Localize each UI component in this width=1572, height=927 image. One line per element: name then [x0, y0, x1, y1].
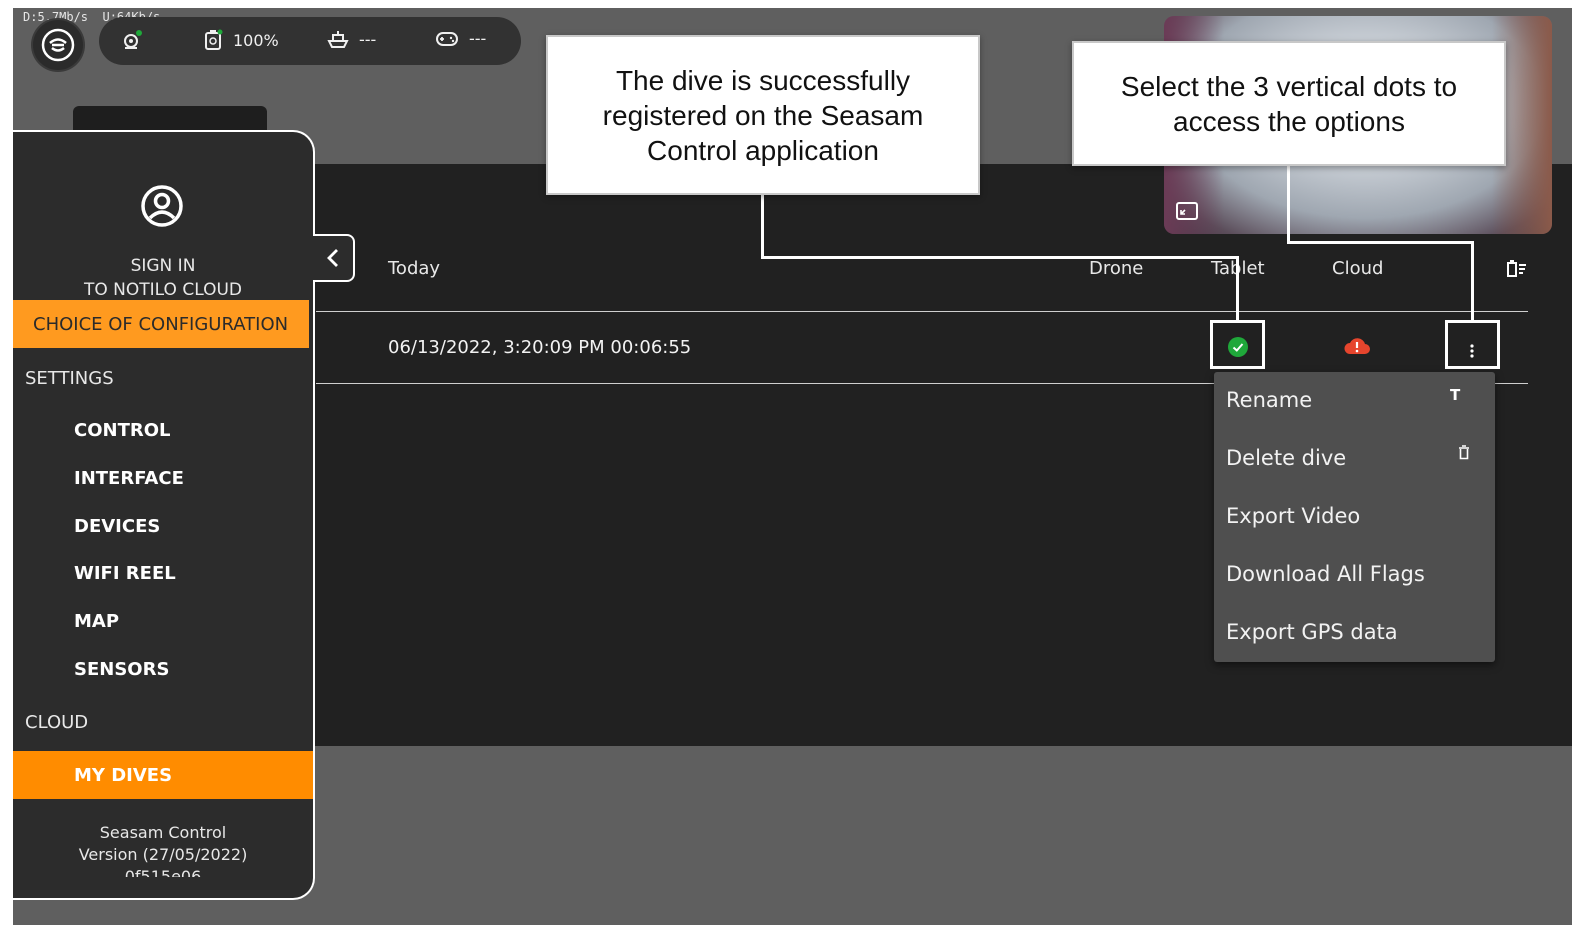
column-drone: Drone	[1089, 258, 1144, 279]
version-date: Version (27/05/2022)	[78, 845, 248, 864]
sidebar-item-sensors[interactable]: SENSORS	[74, 659, 169, 680]
version-hash: 0f515e06	[124, 867, 202, 877]
trash-icon	[1459, 445, 1469, 460]
tablet-highlight-box	[1210, 320, 1265, 369]
sidebar-item-devices[interactable]: DEVICES	[74, 516, 160, 537]
callout-options-text: Select the 3 vertical dots to access the…	[1120, 70, 1458, 137]
gamepad-status: ---	[435, 29, 486, 48]
callout-registered-text: The dive is successfully registered on t…	[602, 64, 924, 166]
battery-level: 100%	[233, 30, 279, 50]
chevron-left-icon	[327, 249, 338, 267]
sign-in-link[interactable]: SIGN IN TO NOTILO CLOUD	[13, 254, 313, 302]
sidebar-section-cloud: CLOUD	[25, 712, 89, 733]
sidebar-item-my-dives[interactable]: MY DIVES	[13, 751, 313, 799]
collapse-sidebar-button[interactable]	[313, 234, 355, 282]
fullscreen-icon[interactable]	[1176, 202, 1198, 220]
boat-status: ---	[327, 29, 376, 49]
choice-of-configuration-button[interactable]: CHOICE OF CONFIGURATION	[13, 300, 309, 348]
group-label-today: Today	[388, 258, 441, 279]
boat-icon	[327, 31, 349, 48]
column-cloud: Cloud	[1332, 258, 1384, 279]
menu-item-export-video[interactable]: Export Video	[1226, 504, 1360, 528]
callout-connector	[1236, 256, 1239, 323]
app-logo-button[interactable]	[33, 20, 83, 70]
sidebar: SIGN IN TO NOTILO CLOUD CHOICE OF CONFIG…	[13, 130, 315, 900]
cloud-error-icon	[1344, 338, 1370, 354]
menu-item-download-all-flags[interactable]: Download All Flags	[1226, 562, 1425, 586]
gamepad-icon	[436, 31, 458, 46]
menu-item-rename[interactable]: Rename	[1226, 388, 1312, 412]
sidebar-item-control[interactable]: CONTROL	[74, 420, 171, 441]
callout-options: Select the 3 vertical dots to access the…	[1072, 41, 1506, 166]
gamepad-value: ---	[469, 29, 487, 48]
callout-connector	[1471, 241, 1474, 323]
options-menu: Rename T Delete dive Export Video Downlo…	[1214, 372, 1495, 662]
user-account-icon[interactable]	[140, 184, 184, 228]
options-highlight-box	[1445, 320, 1500, 369]
status-bar: 100% --- ---	[99, 17, 521, 65]
boat-value: ---	[359, 29, 377, 49]
sidebar-item-wifi-reel[interactable]: WIFI REEL	[74, 563, 176, 584]
menu-item-delete-dive[interactable]: Delete dive	[1226, 446, 1346, 470]
sidebar-item-map[interactable]: MAP	[74, 611, 119, 632]
notilo-logo-icon	[41, 28, 75, 62]
version-app-name: Seasam Control	[99, 823, 227, 842]
battery-status: 100%	[203, 29, 279, 51]
app-version-info: Seasam Control Version (27/05/2022) 0f51…	[13, 822, 313, 877]
divider	[316, 311, 1528, 312]
drone-connection-icon	[124, 30, 142, 49]
sidebar-item-interface[interactable]: INTERFACE	[74, 468, 184, 489]
callout-connector	[761, 256, 1239, 259]
sign-in-line1: SIGN IN	[130, 256, 196, 276]
choice-of-configuration-label: CHOICE OF CONFIGURATION	[33, 313, 289, 335]
callout-connector	[1287, 164, 1290, 244]
menu-item-export-gps-data[interactable]: Export GPS data	[1226, 620, 1398, 644]
rename-text-icon: T	[1450, 386, 1461, 404]
drone-status	[121, 29, 145, 51]
sign-in-line2: TO NOTILO CLOUD	[84, 280, 242, 300]
app-window: D:5.7Mb/s U:64Kb/s 100%	[13, 8, 1572, 925]
battery-drone-icon	[205, 29, 223, 50]
callout-connector	[761, 193, 764, 259]
sidebar-section-settings: SETTINGS	[25, 368, 114, 389]
my-dives-label: MY DIVES	[74, 764, 173, 786]
callout-registered: The dive is successfully registered on t…	[546, 35, 980, 195]
dive-datetime: 06/13/2022, 3:20:09 PM 00:06:55	[388, 337, 692, 358]
callout-connector	[1287, 241, 1474, 244]
delete-filter-icon[interactable]	[1505, 259, 1527, 279]
